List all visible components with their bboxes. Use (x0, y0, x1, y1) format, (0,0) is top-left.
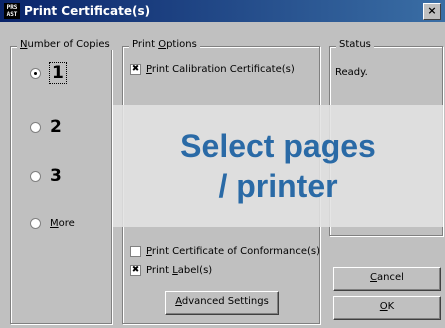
print-label-prefix: Print (146, 265, 173, 276)
copies-option-1[interactable]: 1 (30, 62, 67, 84)
calibration-certificate-checkbox[interactable]: ✖ Print Calibration Certificate(s) (130, 64, 295, 75)
ok-accel: O (379, 301, 388, 312)
cancel-button[interactable]: Cancel (333, 267, 441, 291)
copies-option-2-label: 2 (50, 117, 62, 137)
calibration-check-box[interactable]: ✖ (130, 64, 141, 75)
advanced-settings-button[interactable]: Advanced Settings (165, 291, 279, 315)
overlay-line-1: Select pages (180, 128, 376, 164)
ok-button[interactable]: OK (333, 296, 441, 320)
copies-option-2[interactable]: 2 (30, 117, 62, 137)
radio-3[interactable] (30, 170, 41, 182)
copies-option-3[interactable]: 3 (30, 166, 62, 186)
app-icon-text-top: PRS (6, 4, 18, 11)
calibration-label: Print Calibration Certificate(s) (146, 64, 295, 75)
conformance-rest: rint Certificate of Conformance(s) (151, 246, 321, 257)
app-icon-text-bottom: AST (6, 11, 18, 18)
copies-option-more-label: More (50, 218, 75, 229)
copies-option-1-label: 1 (49, 62, 67, 84)
cancel-rest: ancel (377, 272, 404, 283)
print-label-rest: abel(s) (177, 265, 213, 276)
print-label-label: Print Label(s) (146, 265, 212, 276)
window-title: Print Certificate(s) (24, 4, 151, 18)
calibration-rest: rint Calibration Certificate(s) (151, 64, 295, 75)
overlay-line-2: / printer (218, 168, 338, 204)
status-legend: Status (336, 39, 374, 50)
print-options-legend: Print Options (129, 39, 200, 50)
advanced-accel: A (175, 296, 182, 307)
conformance-certificate-checkbox[interactable]: Print Certificate of Conformance(s) (130, 246, 320, 257)
conformance-check-box[interactable] (130, 246, 141, 257)
status-text: Ready. (335, 67, 368, 78)
radio-2[interactable] (30, 121, 41, 133)
print-label-check-box[interactable]: ✖ (130, 265, 141, 276)
print-options-legend-accel: O (158, 39, 167, 50)
cancel-accel: C (370, 272, 378, 283)
print-options-legend-rest: ptions (166, 39, 197, 50)
number-of-copies-legend: Number of Copies (17, 39, 113, 50)
radio-1[interactable] (30, 67, 41, 79)
more-rest: ore (58, 218, 75, 229)
copies-option-more[interactable]: More (30, 218, 75, 229)
conformance-label: Print Certificate of Conformance(s) (146, 246, 320, 257)
copies-option-3-label: 3 (50, 166, 62, 186)
close-icon[interactable]: × (423, 3, 441, 20)
legend-rest: umber of Copies (27, 39, 110, 50)
printer-app-icon: PRS AST (4, 3, 20, 19)
print-options-legend-prefix: Print (132, 39, 159, 50)
title-bar: PRS AST Print Certificate(s) × (0, 0, 445, 22)
advanced-rest: dvanced Settings (181, 296, 269, 307)
print-label-checkbox[interactable]: ✖ Print Label(s) (130, 265, 212, 276)
radio-more[interactable] (30, 218, 41, 229)
ok-rest: K (387, 301, 395, 312)
more-accel: M (50, 218, 59, 229)
instruction-overlay: Select pages / printer (113, 105, 443, 227)
